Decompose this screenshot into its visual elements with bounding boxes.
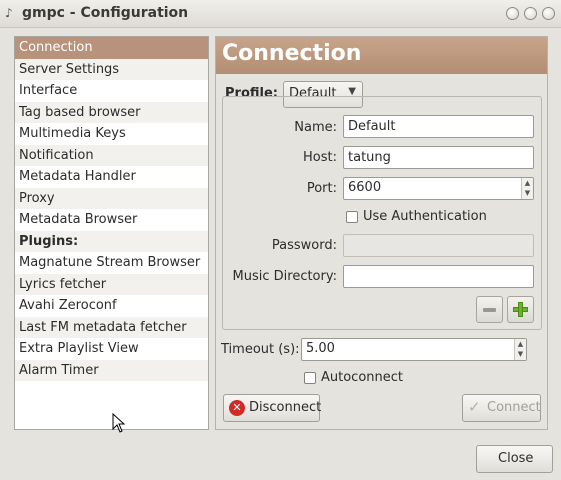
checkmark-icon: ✓ <box>468 398 481 416</box>
timeout-spin-buttons[interactable]: ▲ ▼ <box>514 339 526 360</box>
sidebar-item-multimedia-keys[interactable]: Multimedia Keys <box>15 123 208 145</box>
sidebar-item-magnatune-stream-browser[interactable]: Magnatune Stream Browser <box>15 252 208 274</box>
autoconnect-label: Autoconnect <box>321 370 404 385</box>
connect-label: Connect <box>487 400 541 415</box>
timeout-spinner[interactable]: 5.00 ▲ ▼ <box>301 338 527 361</box>
host-label: Host: <box>303 150 337 165</box>
disconnect-button[interactable]: ✕ Disconnect <box>223 394 322 422</box>
gmpc-icon: ♪ <box>5 6 13 20</box>
sidebar-item-extra-playlist-view[interactable]: Extra Playlist View <box>15 338 208 360</box>
name-field[interactable] <box>343 115 534 138</box>
timeout-label: Timeout (s): <box>221 342 300 357</box>
password-field <box>343 234 534 257</box>
mouse-cursor-icon <box>112 413 126 433</box>
sidebar-item-connection[interactable]: Connection <box>15 37 208 59</box>
stop-icon: ✕ <box>229 400 245 416</box>
window-title: gmpc - Configuration <box>22 5 189 21</box>
connection-panel: Connection Profile: Default ▼ Name: Host… <box>215 36 548 430</box>
close-button[interactable]: Close <box>476 445 553 473</box>
use-authentication-checkbox[interactable] <box>346 211 358 223</box>
password-label: Password: <box>271 238 337 253</box>
name-label: Name: <box>294 120 337 135</box>
port-label: Port: <box>306 181 337 196</box>
sidebar-item-last-fm-metadata-fetcher[interactable]: Last FM metadata fetcher <box>15 316 208 338</box>
sidebar-item-proxy[interactable]: Proxy <box>15 187 208 209</box>
port-spin-buttons[interactable]: ▲ ▼ <box>521 178 533 199</box>
sidebar-item-tag-based-browser[interactable]: Tag based browser <box>15 101 208 123</box>
close-window-button[interactable] <box>542 7 555 20</box>
title-bar: ♪ gmpc - Configuration <box>0 0 561 28</box>
sidebar-item-avahi-zeroconf[interactable]: Avahi Zeroconf <box>15 295 208 317</box>
sidebar-item-server-settings[interactable]: Server Settings <box>15 58 208 80</box>
port-spinner[interactable]: 6600 ▲ ▼ <box>343 177 534 200</box>
sidebar-item-metadata-browser[interactable]: Metadata Browser <box>15 209 208 231</box>
timeout-value: 5.00 <box>306 341 335 356</box>
page-title: Connection <box>222 41 362 66</box>
disconnect-label: Disconnect <box>249 400 322 415</box>
sidebar-item-interface[interactable]: Interface <box>15 80 208 102</box>
port-value: 6600 <box>348 180 382 195</box>
panel-header: Connection <box>216 37 547 74</box>
music-directory-field[interactable] <box>343 265 534 288</box>
sidebar-item-alarm-timer[interactable]: Alarm Timer <box>15 359 208 381</box>
minimize-button[interactable] <box>506 7 519 20</box>
remove-profile-button[interactable] <box>476 296 503 323</box>
music-directory-label: Music Directory: <box>232 269 337 284</box>
close-label: Close <box>498 451 534 466</box>
autoconnect-checkbox[interactable] <box>304 372 316 384</box>
connect-button: ✓ Connect <box>462 394 541 422</box>
sidebar-plugins-header: Plugins: <box>15 230 208 252</box>
sidebar-item-lyrics-fetcher[interactable]: Lyrics fetcher <box>15 273 208 295</box>
add-profile-button[interactable] <box>507 296 534 323</box>
preferences-list: Connection Server Settings Interface Tag… <box>14 36 209 430</box>
sidebar-item-notification[interactable]: Notification <box>15 144 208 166</box>
minus-icon <box>483 308 496 312</box>
host-field[interactable] <box>343 146 534 169</box>
maximize-button[interactable] <box>524 7 537 20</box>
sidebar-item-metadata-handler[interactable]: Metadata Handler <box>15 166 208 188</box>
use-authentication-label: Use Authentication <box>363 209 487 224</box>
